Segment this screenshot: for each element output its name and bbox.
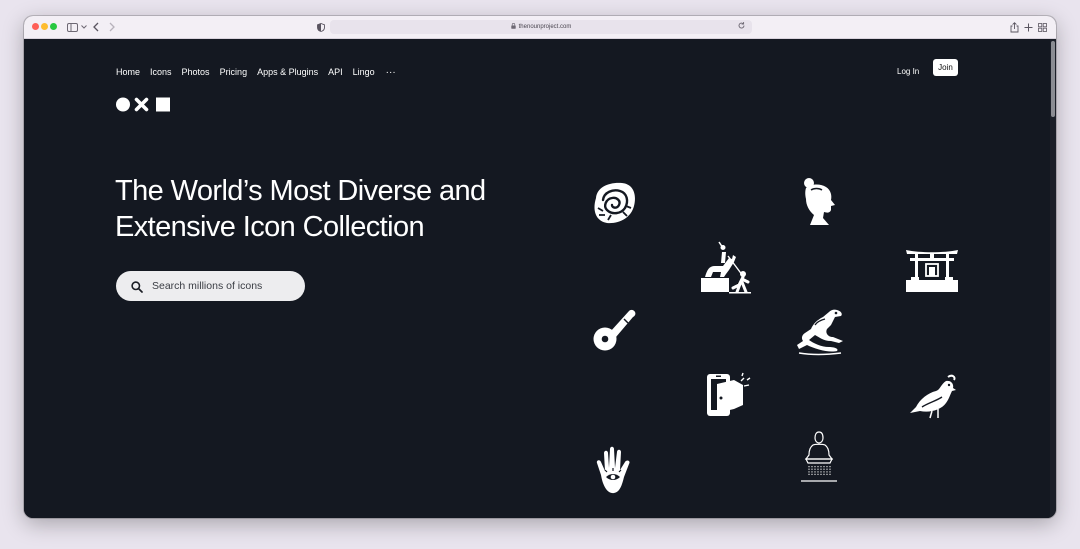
tab-overview-icon[interactable]	[1035, 20, 1049, 34]
reload-icon[interactable]	[737, 21, 746, 32]
pizza-cutter-icon	[591, 306, 639, 359]
search-icon	[131, 280, 143, 293]
torii-gate-icon	[905, 247, 959, 298]
chevron-left-icon[interactable]	[89, 20, 103, 34]
nav-item-photos[interactable]: Photos	[182, 67, 210, 77]
lock-icon	[510, 23, 516, 31]
noun-project-logo[interactable]	[116, 97, 172, 112]
quail-bird-icon	[908, 373, 958, 424]
shield-icon[interactable]	[314, 20, 328, 34]
lizard-icon	[795, 305, 845, 362]
more-menu-button[interactable]: ···	[386, 67, 396, 78]
woman-profile-icon	[800, 176, 840, 233]
ammonite-fossil-icon	[589, 178, 639, 233]
nav-item-home[interactable]: Home	[116, 67, 140, 77]
buddha-statue-icon	[799, 429, 839, 490]
nav-item-icons[interactable]: Icons	[150, 67, 172, 77]
scrollbar-thumb[interactable]	[1051, 41, 1055, 117]
minimize-window-button[interactable]	[41, 23, 48, 30]
url-text: thenounproject.com	[518, 24, 572, 30]
page-content: Home Icons Photos Pricing Apps & Plugins…	[24, 39, 1050, 518]
hero-title-line-1: The World’s Most Diverse and	[115, 175, 486, 207]
plus-icon[interactable]	[1021, 20, 1035, 34]
nav-item-api[interactable]: API	[328, 67, 343, 77]
join-button[interactable]: Join	[933, 59, 958, 76]
nav-item-apps-plugins[interactable]: Apps & Plugins	[257, 67, 318, 77]
phone-door-icon	[704, 371, 754, 424]
nav-item-pricing[interactable]: Pricing	[220, 67, 248, 77]
chevron-right-icon[interactable]	[105, 20, 119, 34]
equestrian-statue-icon	[699, 240, 753, 299]
close-window-button[interactable]	[32, 23, 39, 30]
hero-title-line-2: Extensive Icon Collection	[115, 211, 425, 243]
browser-toolbar: thenounproject.com	[24, 16, 1056, 39]
share-icon[interactable]	[1007, 20, 1021, 34]
zoom-window-button[interactable]	[50, 23, 57, 30]
icon-search-box[interactable]: Search millions of icons	[116, 271, 305, 301]
hero-title: The World’s Most Diverse and Extensive I…	[115, 173, 535, 245]
browser-window: thenounproject.com Home Icons Photos Pri…	[24, 16, 1056, 518]
hamsa-hand-icon	[594, 445, 636, 502]
page-scrollbar[interactable]	[1050, 39, 1056, 518]
nav-item-lingo[interactable]: Lingo	[353, 67, 375, 77]
login-link[interactable]: Log In	[897, 64, 919, 80]
search-input[interactable]: Search millions of icons	[152, 280, 262, 292]
main-nav: Home Icons Photos Pricing Apps & Plugins…	[116, 64, 406, 80]
address-bar[interactable]: thenounproject.com	[330, 20, 752, 34]
